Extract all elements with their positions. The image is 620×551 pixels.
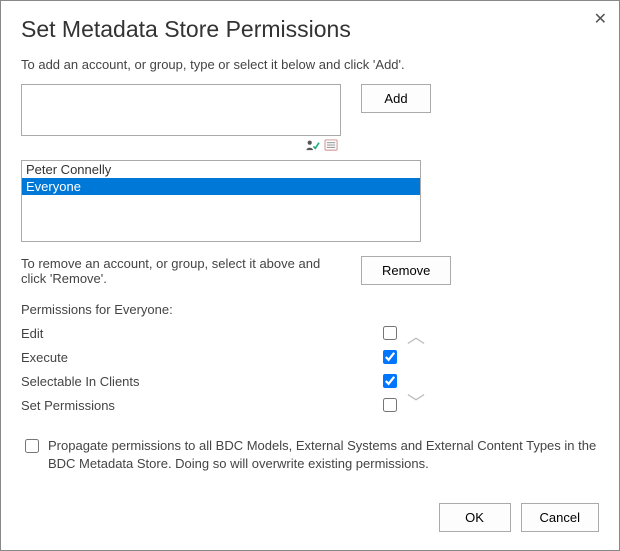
permission-checkbox-edit[interactable] [383, 326, 397, 340]
permission-label: Set Permissions [21, 398, 115, 413]
remove-button[interactable]: Remove [361, 256, 451, 285]
check-names-icon[interactable] [305, 139, 320, 155]
permission-label: Selectable In Clients [21, 374, 140, 389]
accounts-list[interactable]: Peter Connelly Everyone [21, 160, 421, 242]
dialog-footer: OK Cancel [439, 503, 599, 532]
propagate-checkbox[interactable] [25, 439, 39, 453]
permission-checkbox-execute[interactable] [383, 350, 397, 364]
permission-row: Selectable In Clients [21, 369, 401, 393]
list-item[interactable]: Peter Connelly [22, 161, 420, 178]
permission-label: Edit [21, 326, 43, 341]
picker-icons [305, 139, 341, 155]
remove-row: To remove an account, or group, select i… [21, 256, 599, 286]
list-item[interactable]: Everyone [22, 178, 420, 195]
permissions-label: Permissions for Everyone: [21, 302, 599, 317]
input-column [21, 84, 341, 155]
dialog-title: Set Metadata Store Permissions [21, 16, 599, 43]
permission-row: Execute [21, 345, 401, 369]
add-row: Add [21, 84, 599, 155]
propagate-row: Propagate permissions to all BDC Models,… [21, 437, 599, 473]
permissions-grid: Edit Execute Selectable In Clients Set P… [21, 321, 401, 417]
propagate-label: Propagate permissions to all BDC Models,… [48, 437, 599, 473]
chevron-down-icon[interactable]: ﹀ [407, 389, 425, 415]
add-button[interactable]: Add [361, 84, 431, 113]
permission-row: Set Permissions [21, 393, 401, 417]
cancel-button[interactable]: Cancel [521, 503, 599, 532]
permission-label: Execute [21, 350, 68, 365]
add-instruction: To add an account, or group, type or sel… [21, 57, 599, 72]
permission-checkbox-setperms[interactable] [383, 398, 397, 412]
permission-row: Edit [21, 321, 401, 345]
permission-checkbox-selectable[interactable] [383, 374, 397, 388]
remove-instruction: To remove an account, or group, select i… [21, 256, 341, 286]
account-input[interactable] [21, 84, 341, 136]
permissions-area: Edit Execute Selectable In Clients Set P… [21, 321, 599, 417]
chevron-up-icon[interactable]: ︿ [407, 323, 425, 349]
close-icon[interactable]: ✕ [594, 9, 607, 29]
scroll-indicator: ︿ ﹀ [401, 321, 423, 417]
browse-icon[interactable] [324, 139, 339, 155]
ok-button[interactable]: OK [439, 503, 511, 532]
permissions-dialog: ✕ Set Metadata Store Permissions To add … [0, 0, 620, 551]
